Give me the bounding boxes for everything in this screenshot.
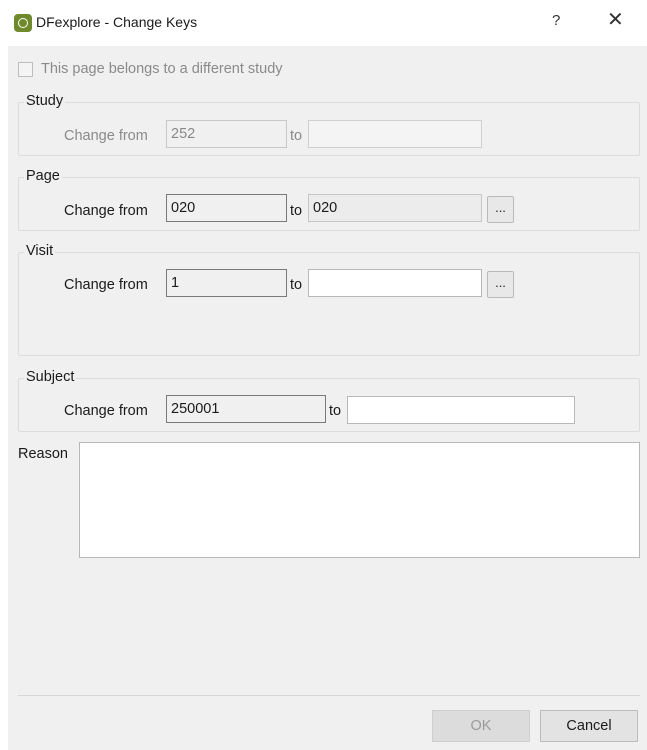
page-group-title: Page bbox=[24, 168, 62, 184]
dfexplore-app-icon bbox=[14, 14, 32, 32]
different-study-option[interactable]: This page belongs to a different study bbox=[18, 60, 283, 78]
subject-group-title: Subject bbox=[24, 369, 77, 385]
close-button[interactable]: ✕ bbox=[607, 9, 624, 31]
reason-label: Reason bbox=[18, 446, 68, 462]
help-button[interactable]: ? bbox=[552, 12, 560, 29]
subject-to-label: to bbox=[329, 403, 342, 419]
study-group-title: Study bbox=[24, 93, 66, 109]
different-study-label: This page belongs to a different study bbox=[41, 61, 283, 77]
page-change-from-label: Change from bbox=[64, 203, 148, 219]
page-from-field: 020 bbox=[166, 194, 287, 222]
subject-from-field: 250001 bbox=[166, 395, 326, 423]
study-to-field[interactable] bbox=[308, 120, 482, 148]
visit-change-from-label: Change from bbox=[64, 277, 148, 293]
study-to-label: to bbox=[290, 128, 303, 144]
study-from-field: 252 bbox=[166, 120, 287, 148]
title-bar: DFexplore - Change Keys ? ✕ bbox=[0, 0, 647, 46]
subject-change-from-label: Change from bbox=[64, 403, 148, 419]
button-separator bbox=[18, 695, 640, 696]
visit-from-field: 1 bbox=[166, 269, 287, 297]
study-change-from-label: Change from bbox=[64, 128, 148, 144]
visit-to-field[interactable] bbox=[308, 269, 482, 297]
visit-to-label: to bbox=[290, 277, 303, 293]
page-browse-button[interactable]: ... bbox=[487, 196, 514, 223]
different-study-checkbox[interactable] bbox=[18, 61, 33, 77]
dialog-body: This page belongs to a different study S… bbox=[8, 46, 647, 750]
visit-browse-button[interactable]: ... bbox=[487, 271, 514, 298]
cancel-button[interactable]: Cancel bbox=[540, 710, 638, 742]
visit-group-title: Visit bbox=[24, 243, 56, 259]
visit-group bbox=[18, 252, 640, 356]
page-to-label: to bbox=[290, 203, 303, 219]
window-title: DFexplore - Change Keys bbox=[36, 14, 198, 30]
ok-button[interactable]: OK bbox=[432, 710, 530, 742]
subject-to-field[interactable] bbox=[347, 396, 575, 424]
reason-textarea[interactable] bbox=[79, 442, 640, 558]
page-to-field[interactable]: 020 bbox=[308, 194, 482, 222]
